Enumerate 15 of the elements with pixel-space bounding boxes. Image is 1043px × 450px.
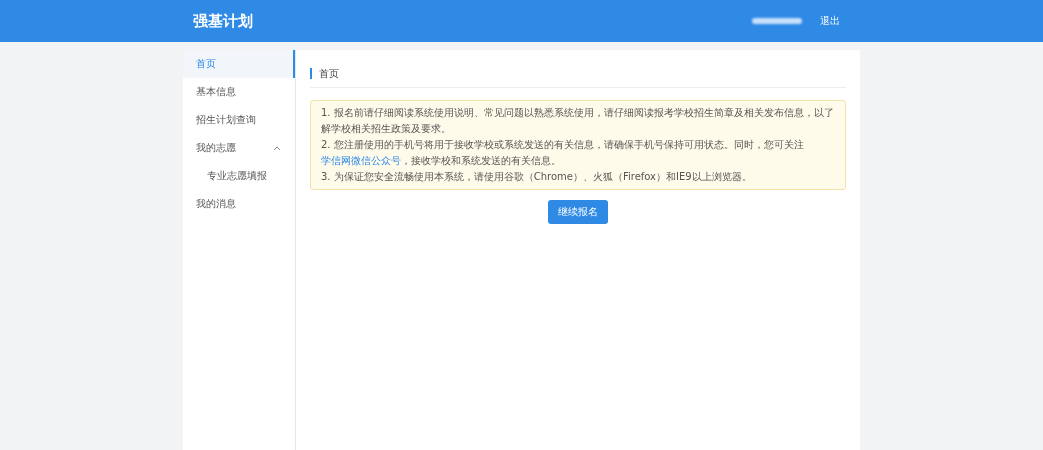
sidebar-item[interactable]: 招生计划查询	[183, 106, 295, 134]
notice-text: 1. 报名前请仔细阅读系统使用说明、常见问题以熟悉系统使用，请仔细阅读报考学校招生简章及相关发布信息，以了解学校相关招生政策及要求。	[321, 106, 835, 136]
continue-button[interactable]: 继续报名	[548, 200, 608, 224]
logout-link[interactable]: 退出	[820, 14, 840, 28]
sidebar-item[interactable]: 首页	[183, 50, 295, 78]
notice-text: 2. 您注册使用的手机号将用于接收学校或系统发送的有关信息，请确保手机号保持可用状态。同时，您可关注 学信网微信公众号，接收学校和系统发送的有关信息。	[321, 138, 805, 168]
page-heading: 首页	[310, 68, 339, 79]
sidebar-item[interactable]: 基本信息	[183, 78, 295, 106]
sidebar-item[interactable]: 我的消息	[183, 190, 295, 218]
wechat-link[interactable]: 学信网微信公众号	[321, 155, 401, 166]
sidebar-subitem[interactable]: 专业志愿填报	[183, 162, 295, 190]
notice-text: 3. 为保证您安全流畅使用本系统，请使用谷歌（Chrome）、火狐（Firefox）和IE9以上浏览器。	[321, 170, 753, 184]
sidebar-item[interactable]: 我的志愿	[183, 134, 295, 162]
blurred-username	[752, 18, 802, 24]
site-title: 强基计划	[193, 11, 253, 31]
